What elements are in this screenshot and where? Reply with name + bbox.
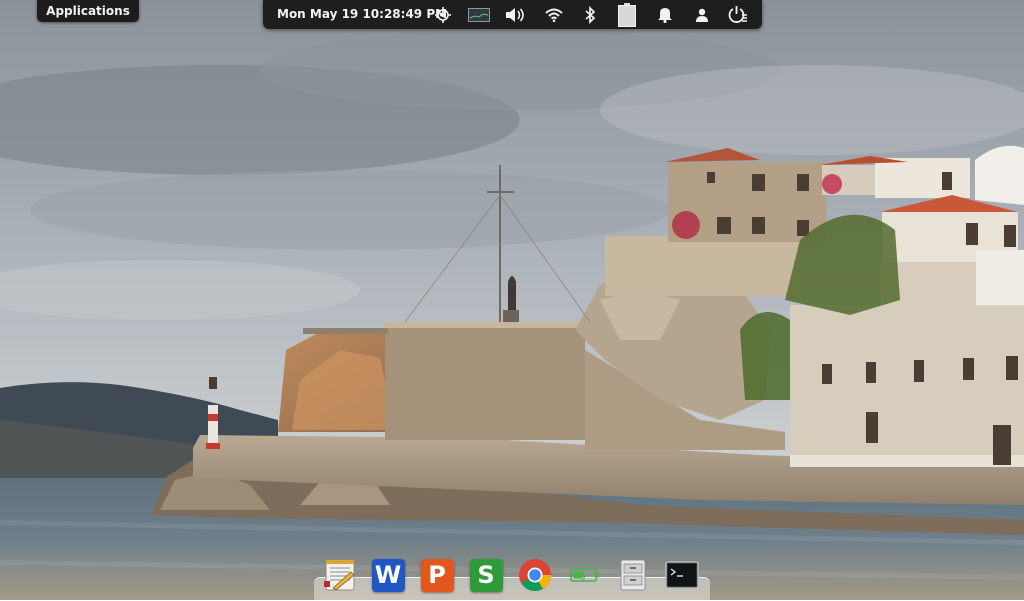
location-icon[interactable] [430,0,456,29]
terminal-icon[interactable] [664,557,700,593]
wps-writer-letter: W [371,558,405,592]
clock[interactable]: Mon May 19 10:28:49 PM [277,0,447,29]
wallpaper-image [0,0,1024,600]
notifications-bell-icon[interactable] [652,0,678,29]
user-icon[interactable] [689,0,715,29]
desktop[interactable]: Applications Mon May 19 10:28:49 PM W P … [0,0,1024,601]
wps-writer-icon[interactable]: W [370,557,406,593]
wifi-icon[interactable] [541,0,567,29]
wps-spreadsheets-letter: S [469,558,503,592]
applications-button[interactable]: Applications [37,0,139,22]
battery-icon[interactable] [614,0,640,29]
volume-icon[interactable] [502,0,528,29]
battery-monitor-icon[interactable] [567,557,603,593]
file-manager-icon[interactable] [615,557,651,593]
power-session-icon[interactable] [724,0,752,29]
bluetooth-icon[interactable] [577,0,603,29]
wps-spreadsheets-icon[interactable]: S [468,557,504,593]
chrome-icon[interactable] [517,557,553,593]
top-panel: Mon May 19 10:28:49 PM [263,0,762,29]
wps-presentation-letter: P [420,558,454,592]
wps-presentation-icon[interactable]: P [419,557,455,593]
text-editor-icon[interactable] [322,557,358,593]
monitor-graph-icon[interactable] [466,0,492,29]
